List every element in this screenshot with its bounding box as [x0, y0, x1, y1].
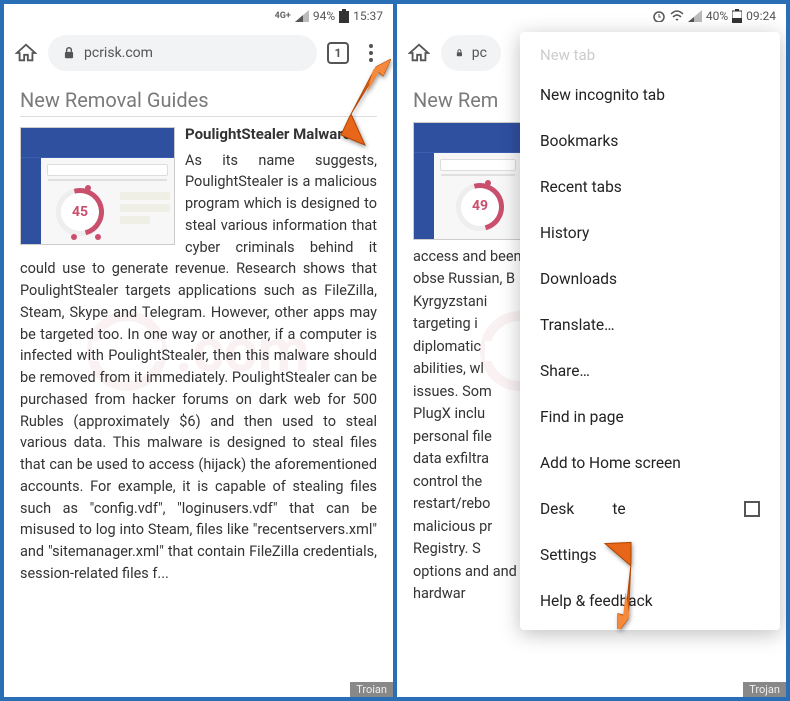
menu-item-translate[interactable]: Translate…	[520, 302, 780, 348]
url-text: pc	[472, 45, 487, 61]
menu-item-history[interactable]: History	[520, 210, 780, 256]
status-bar: 4G+ 94% 15:37	[4, 4, 393, 28]
article: 49 access and been obse Russian, B Kyrgy…	[413, 122, 523, 606]
article-thumbnail[interactable]: 45	[20, 127, 175, 245]
menu-item-add-to-home[interactable]: Add to Home screen	[520, 440, 780, 486]
lock-icon	[62, 46, 76, 60]
browser-toolbar: pcrisk.com 1	[4, 28, 393, 78]
phone-left: .com 4G+ 94% 15:37 pcrisk.com 1 New Remo…	[4, 4, 393, 697]
battery-percent: 94%	[313, 9, 335, 23]
address-bar[interactable]: pc	[441, 35, 501, 71]
address-bar[interactable]: pcrisk.com	[48, 35, 317, 71]
menu-item-new-tab-faded: New tab	[520, 38, 780, 72]
article: 45 PoulightStealer Malware As its name s…	[20, 123, 377, 585]
url-text: pcrisk.com	[84, 45, 153, 61]
battery-icon	[339, 9, 349, 23]
menu-item-desktop-site[interactable]: Desktop site	[520, 486, 780, 532]
article-thumbnail[interactable]: 49	[413, 122, 523, 240]
network-indicator: 4G+	[275, 11, 291, 21]
battery-icon	[732, 9, 742, 23]
phone-right: .com 40% 09:24 pc New Rem	[397, 4, 786, 697]
desktop-site-checkbox[interactable]	[744, 501, 760, 517]
overflow-menu: New tab New incognito tab Bookmarks Rece…	[520, 32, 780, 630]
menu-item-help[interactable]: Help & feedback	[520, 578, 780, 624]
status-bar: 40% 09:24	[397, 4, 786, 28]
alarm-icon	[652, 10, 666, 22]
wifi-icon	[670, 10, 684, 22]
menu-item-downloads[interactable]: Downloads	[520, 256, 780, 302]
menu-item-recent-tabs[interactable]: Recent tabs	[520, 164, 780, 210]
section-heading: New Removal Guides	[20, 88, 377, 117]
clock: 15:37	[353, 9, 383, 23]
gauge-value: 45	[56, 188, 104, 236]
menu-item-settings[interactable]: Settings	[520, 532, 780, 578]
lock-icon	[455, 46, 464, 60]
menu-item-bookmarks[interactable]: Bookmarks	[520, 118, 780, 164]
signal-icon	[688, 10, 702, 22]
menu-item-share[interactable]: Share…	[520, 348, 780, 394]
home-icon[interactable]	[407, 41, 431, 65]
home-icon[interactable]	[14, 41, 38, 65]
menu-button[interactable]	[359, 44, 383, 62]
page-content: New Removal Guides 45 PoulightStealer Ma…	[4, 78, 393, 697]
article-body: access and been obse Russian, B Kyrgyzst…	[413, 248, 522, 602]
clock: 09:24	[746, 9, 776, 23]
category-tag: Trojan	[743, 682, 786, 697]
menu-item-find-in-page[interactable]: Find in page	[520, 394, 780, 440]
category-tag: Troian	[350, 682, 393, 697]
signal-icon	[295, 10, 309, 22]
battery-percent: 40%	[706, 9, 728, 23]
gauge-value: 49	[456, 183, 504, 231]
menu-item-incognito[interactable]: New incognito tab	[520, 72, 780, 118]
tabs-button[interactable]: 1	[327, 42, 349, 64]
